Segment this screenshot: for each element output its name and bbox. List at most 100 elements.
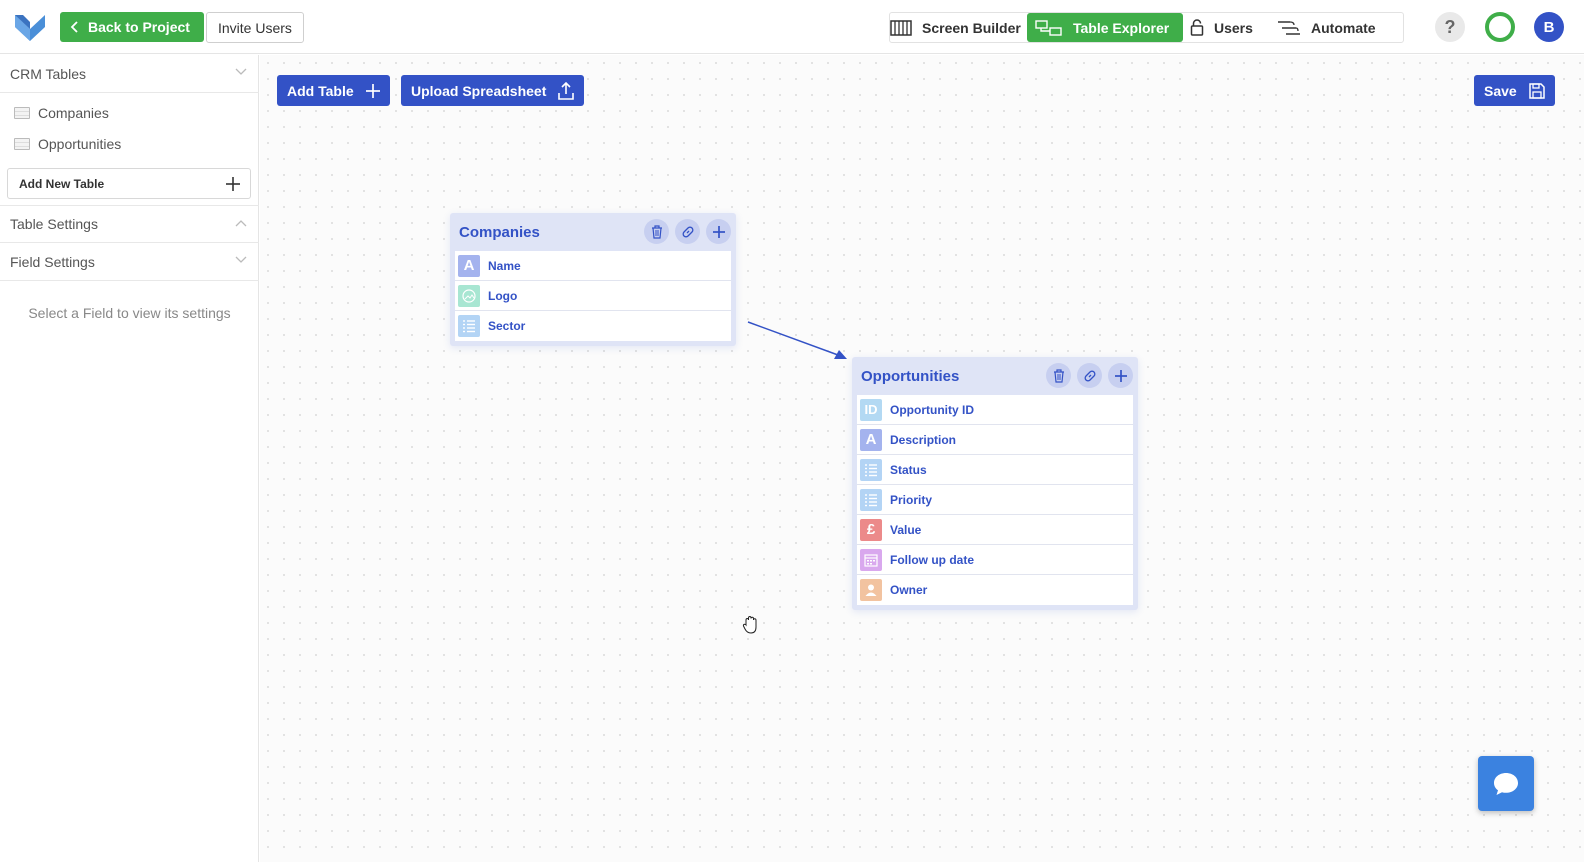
field-name: Name (488, 258, 521, 273)
list-field-icon (458, 315, 480, 337)
field-row-priority[interactable]: Priority (857, 485, 1133, 515)
sidebar-item-label: Companies (38, 105, 109, 121)
back-to-project-label: Back to Project (88, 19, 190, 35)
upload-icon (558, 81, 575, 100)
table-card-companies[interactable]: Companies A Name Logo Sector (450, 213, 736, 346)
nav-screen-builder[interactable]: Screen Builder (890, 13, 1021, 42)
add-field-button[interactable] (1108, 363, 1133, 388)
table-icon (14, 138, 30, 150)
chevron-down-icon (235, 68, 247, 75)
sidebar-item-opportunities[interactable]: Opportunities (14, 136, 121, 152)
field-name: Opportunity ID (890, 402, 974, 417)
automate-icon (1278, 20, 1300, 35)
field-row-opportunity-id[interactable]: ID Opportunity ID (857, 395, 1133, 425)
nav-screen-builder-label: Screen Builder (922, 19, 1021, 36)
field-name: Description (890, 432, 957, 447)
plus-icon (1114, 369, 1127, 382)
crm-tables-label: CRM Tables (10, 65, 86, 82)
delete-table-button[interactable] (644, 219, 669, 244)
plus-icon (226, 177, 240, 191)
field-settings-header[interactable]: Field Settings (0, 243, 259, 281)
table-title: Companies (459, 223, 540, 241)
text-field-icon: A (458, 254, 480, 277)
table-canvas[interactable]: Add Table Upload Spreadsheet Save Compan… (260, 55, 1584, 862)
status-indicator[interactable] (1485, 12, 1515, 42)
trash-icon (1053, 368, 1064, 383)
field-row-sector[interactable]: Sector (455, 311, 731, 341)
table-icon (14, 107, 30, 119)
invite-users-label: Invite Users (218, 19, 292, 36)
link-icon (682, 226, 693, 237)
add-table-label: Add Table (287, 82, 354, 99)
nav-users-label: Users (1214, 19, 1253, 36)
calendar-field-icon (860, 548, 882, 571)
field-name: Owner (890, 583, 928, 597)
link-table-button[interactable] (1077, 363, 1102, 388)
field-row-status[interactable]: Status (857, 455, 1133, 485)
upload-spreadsheet-label: Upload Spreadsheet (411, 82, 547, 99)
top-bar: Back to Project Invite Users Screen Buil… (0, 0, 1584, 54)
list-field-icon (860, 458, 882, 481)
text-field-icon: A (860, 428, 882, 451)
sidebar-item-label: Opportunities (38, 136, 122, 152)
nav-table-explorer-label: Table Explorer (1073, 19, 1170, 36)
field-name: Sector (488, 319, 526, 333)
field-name: Logo (488, 288, 518, 303)
field-row-owner[interactable]: Owner (857, 575, 1133, 605)
save-button[interactable]: Save (1474, 75, 1555, 106)
delete-table-button[interactable] (1046, 363, 1071, 388)
sidebar-item-companies[interactable]: Companies (14, 105, 109, 121)
field-name: Follow up date (890, 552, 974, 567)
chevron-up-icon (235, 220, 247, 227)
table-header[interactable]: Companies (455, 213, 731, 251)
relationship-arrow (747, 321, 847, 359)
image-field-icon (458, 284, 480, 307)
currency-field-icon: £ (860, 518, 882, 541)
sidebar: CRM Tables Companies Opportunities Add N… (0, 55, 259, 862)
add-table-button[interactable]: Add Table (277, 75, 390, 106)
help-button[interactable]: ? (1435, 12, 1465, 42)
save-icon (1528, 82, 1545, 99)
field-row-value[interactable]: £ Value (857, 515, 1133, 545)
add-field-button[interactable] (706, 219, 731, 244)
link-table-button[interactable] (675, 219, 700, 244)
nav-table-explorer[interactable]: Table Explorer (1027, 13, 1184, 42)
columns-icon (890, 19, 912, 36)
chat-button[interactable] (1478, 756, 1534, 811)
field-settings-label: Field Settings (10, 253, 95, 270)
invite-users-button[interactable]: Invite Users (206, 12, 304, 43)
nav-automate-label: Automate (1311, 19, 1376, 36)
plus-icon (365, 83, 380, 98)
crm-tables-header[interactable]: CRM Tables (0, 55, 259, 93)
nav-automate[interactable]: Automate (1277, 13, 1376, 42)
field-name: Value (890, 522, 922, 537)
field-settings-hint: Select a Field to view its settings (28, 305, 231, 321)
table-card-opportunities[interactable]: Opportunities ID Opportunity ID A Descri… (852, 357, 1138, 610)
plus-icon (712, 225, 725, 238)
nav-users[interactable]: Users (1190, 13, 1253, 42)
link-icon (1084, 370, 1095, 381)
save-label: Save (1484, 82, 1517, 99)
field-row-name[interactable]: A Name (455, 251, 731, 281)
main-nav: Screen Builder Table Explorer Users Auto… (889, 12, 1404, 43)
back-to-project-button[interactable]: Back to Project (60, 12, 204, 42)
trash-icon (651, 224, 662, 239)
add-new-table-label: Add New Table (19, 176, 105, 191)
upload-spreadsheet-button[interactable]: Upload Spreadsheet (401, 75, 585, 106)
table-settings-label: Table Settings (10, 216, 98, 232)
app-logo[interactable] (14, 11, 46, 43)
field-row-description[interactable]: A Description (857, 425, 1133, 455)
chat-bubble-icon (1494, 772, 1518, 795)
table-header[interactable]: Opportunities (857, 357, 1133, 395)
table-explorer-icon (1035, 19, 1062, 36)
table-settings-header[interactable]: Table Settings (0, 205, 259, 243)
table-title: Opportunities (861, 367, 960, 385)
id-field-icon: ID (860, 398, 882, 421)
field-name: Priority (890, 492, 933, 507)
add-new-table-button[interactable]: Add New Table (7, 168, 251, 199)
avatar-initial: B (1543, 18, 1555, 36)
field-row-logo[interactable]: Logo (455, 281, 731, 311)
field-name: Status (890, 462, 927, 477)
field-row-follow-up-date[interactable]: Follow up date (857, 545, 1133, 575)
user-avatar[interactable]: B (1534, 12, 1564, 42)
